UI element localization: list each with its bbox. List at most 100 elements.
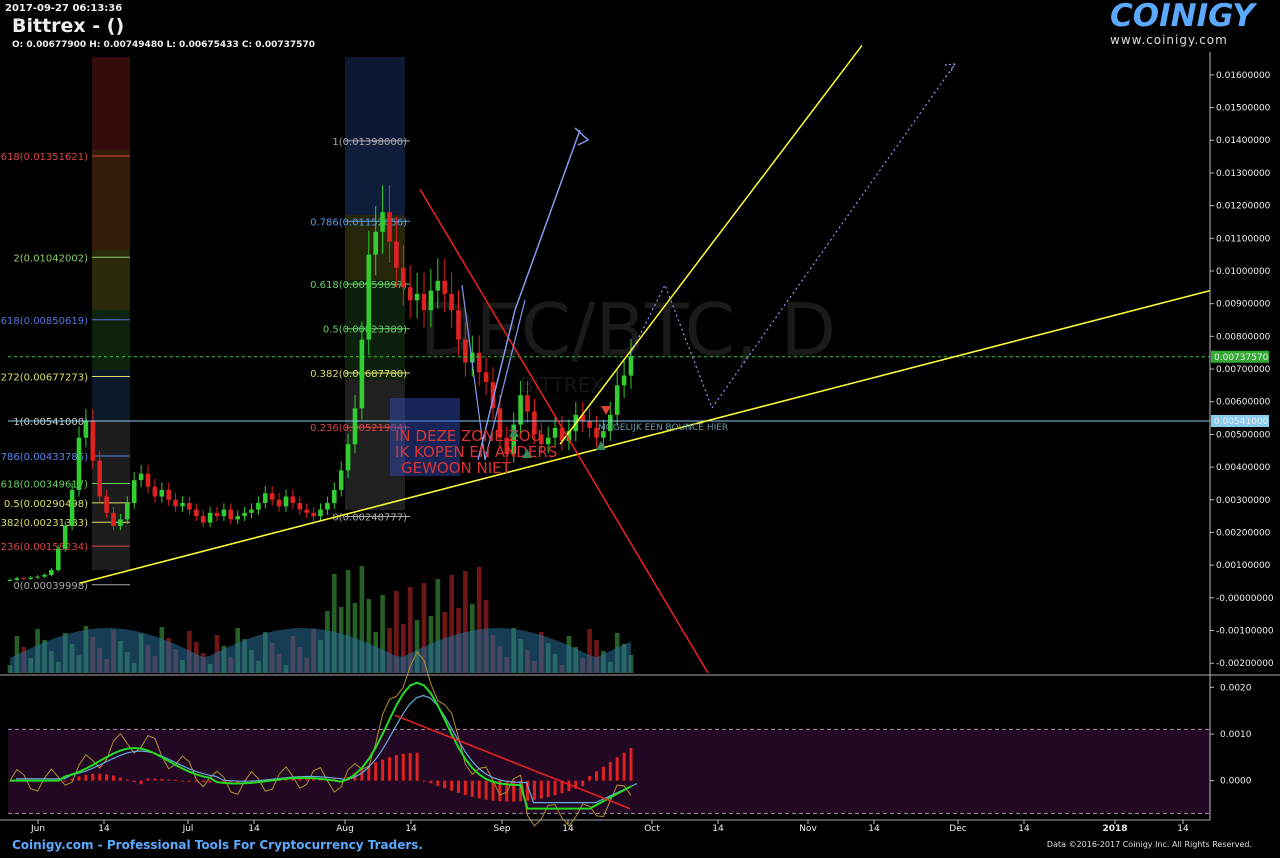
candle-body [166, 489, 171, 500]
macd-histogram-bar [146, 778, 150, 781]
macd-histogram-bar [208, 780, 212, 783]
candle-body [249, 509, 254, 513]
price-tick-label: 0.00600000 [1216, 398, 1271, 408]
time-tick-label: 14 [712, 824, 724, 834]
candle-body [428, 290, 434, 311]
candle-body [76, 437, 82, 490]
candle-body [407, 287, 413, 301]
macd-histogram-bar [450, 780, 454, 791]
macd-histogram-bar [595, 771, 598, 781]
candle-body [297, 503, 303, 510]
candle-body [318, 509, 323, 517]
candle-body [449, 293, 454, 311]
macd-histogram-bar [546, 780, 550, 798]
candle-body [290, 496, 296, 504]
price-tick-label: 0.00200000 [1216, 528, 1271, 538]
macd-histogram-bar [443, 780, 447, 789]
macd-histogram-bar [415, 752, 419, 781]
candle-body [62, 525, 68, 549]
fib-left-label: 0.5(0.00290498) [4, 499, 88, 510]
macd-histogram-bar [181, 780, 184, 782]
price-tick-label: -0.00000000 [1216, 594, 1274, 604]
candle-body [97, 460, 102, 497]
time-tick-label: 14 [1018, 824, 1030, 834]
macd-histogram-bar [615, 757, 619, 781]
fib-band-right [345, 140, 405, 215]
macd-histogram-bar [422, 780, 426, 782]
macd-histogram-bar [360, 769, 364, 781]
watermark-pair: DEC/BTC, D [420, 288, 836, 372]
macd-histogram-bar [484, 780, 488, 800]
macd-histogram-bar [167, 779, 171, 781]
candle-body [442, 280, 447, 294]
candle-body [173, 499, 178, 507]
chart-canvas[interactable]: 2.618(0.01351621) 2(0.01042002) 1.618(0.00… [0, 0, 1280, 858]
macd-histogram-bar [457, 780, 460, 793]
axes: 0.01600000 0.01500000 0.01400000 0.01300000… [0, 52, 1280, 834]
fib-right-label: 0.5(0.00823389) [323, 325, 407, 336]
price-tick-label: 0.01300000 [1216, 169, 1271, 179]
macd-histogram-bar [436, 780, 440, 786]
candle-body [221, 509, 227, 517]
candle-body [621, 375, 627, 386]
price-tick-label: 0.01000000 [1216, 267, 1271, 277]
candle-body [525, 395, 530, 412]
fib-right-label: 0.618(0.00959897) [310, 280, 407, 291]
price-tick-label: 0.01600000 [1216, 71, 1271, 81]
background-layer [92, 57, 405, 570]
macd-histogram-bar [153, 778, 157, 781]
time-tick-label: 14 [98, 824, 110, 834]
macd-histogram-bar [629, 748, 633, 781]
macd-histogram-bar [125, 779, 129, 781]
candle-body [394, 241, 399, 268]
candle-body [207, 512, 213, 523]
macd-histogram-bar [553, 780, 557, 796]
candle-body [483, 372, 489, 383]
candle-body [21, 578, 27, 580]
candle-body [83, 421, 89, 438]
macd-histogram-bar [463, 780, 467, 795]
price-tick-label: -0.00100000 [1216, 627, 1274, 637]
yellow-breakout-trendline [559, 45, 863, 445]
time-tick-label: Oct [644, 824, 660, 834]
macd-histogram-bar [408, 752, 412, 781]
time-tick-label: Sep [494, 824, 511, 834]
price-tick-label: 0.00100000 [1216, 561, 1271, 571]
candle-body [325, 503, 330, 510]
price-tick-label: 0.01400000 [1216, 136, 1271, 146]
macd-histogram-bar [374, 762, 378, 781]
fib-left-label: 0(0.00039998) [13, 581, 88, 592]
candle-body [235, 516, 240, 520]
candle-body [242, 512, 247, 517]
macd-histogram-bar [98, 773, 102, 781]
fib-left-label: 2(0.01042002) [13, 253, 88, 264]
price-tick-label: 0.00900000 [1216, 300, 1271, 310]
macd-histogram-bar [388, 757, 391, 781]
macd-histogram-bar [118, 777, 122, 781]
footer-promo[interactable]: Coinigy.com - Professional Tools For Cry… [12, 838, 423, 852]
coinigy-logo[interactable]: COINIGY www.coinigy.com [1098, 0, 1258, 48]
ohlc-readout: O: 0.00677900 H: 0.00749480 L: 0.0067543… [12, 40, 315, 50]
candle-body [338, 470, 344, 490]
macd-histogram-bar [132, 780, 136, 783]
candle-body [283, 496, 289, 507]
time-tick-label: 14 [1177, 824, 1189, 834]
candle-body [269, 493, 275, 500]
macd-histogram-bar [63, 780, 67, 782]
candle-body [380, 212, 385, 232]
fib-right-label: 1(0.01398000) [332, 137, 407, 148]
candle-body [352, 408, 358, 445]
candle-body [414, 293, 420, 301]
fib-band-left [92, 250, 130, 310]
fib-left-label: 1.272(0.00677273) [0, 372, 88, 383]
fib-band-left [92, 150, 130, 250]
candle-body [366, 254, 372, 340]
timestamp: 2017-09-27 06:13:36 [5, 3, 123, 14]
candle-body [552, 427, 558, 438]
price-tick-label: 0.00500000 [1216, 430, 1271, 440]
time-tick-label: Jun [30, 824, 45, 834]
candle-body [463, 339, 468, 363]
macd-histogram-bar [608, 762, 612, 781]
candle-body [159, 489, 165, 497]
price-tick-label: 0.01100000 [1216, 234, 1271, 244]
